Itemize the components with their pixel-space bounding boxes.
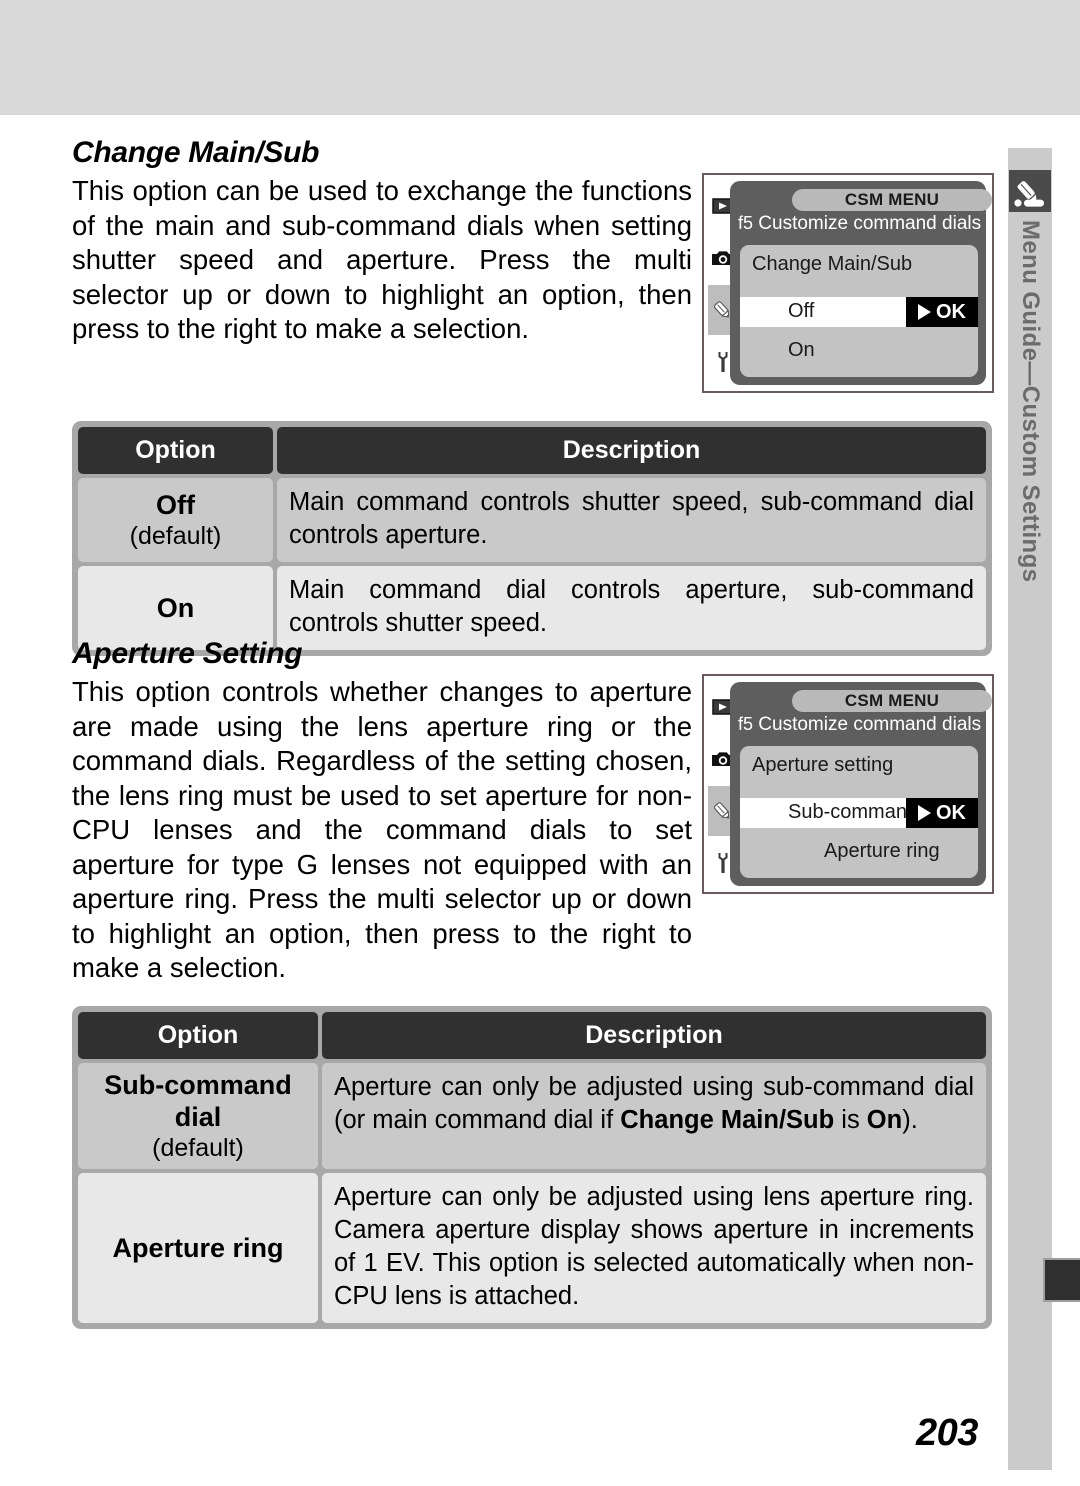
table-row: Off (default) Main command controls shut… <box>78 478 986 562</box>
cell-option: Sub-command dial (default) <box>78 1063 318 1169</box>
side-tab-label: Menu Guide—Custom Settings <box>1017 220 1044 583</box>
options-table-aperture-setting: Option Description Sub-command dial (def… <box>72 1006 992 1329</box>
header-description: Description <box>277 427 986 474</box>
table-row: Aperture ring Aperture can only be adjus… <box>78 1173 986 1323</box>
lcd-screen: CSM MENU f5 Customize command dials Chan… <box>730 181 992 385</box>
lcd-panel-title: Change Main/Sub <box>752 253 913 275</box>
page-number: 203 <box>916 1412 978 1454</box>
option-name: Aperture ring <box>112 1233 284 1263</box>
lcd-option-panel: Aperture setting Sub-command d OK Apertu… <box>740 746 978 878</box>
section-body-change-main-sub: This option can be used to exchange the … <box>72 175 692 344</box>
lcd-menu-title: CSM MENU <box>792 189 992 211</box>
ok-badge[interactable]: OK <box>906 798 978 828</box>
section-heading-change-main-sub: Change Main/Sub <box>72 136 320 169</box>
top-banner <box>0 0 1080 115</box>
cell-option: Aperture ring <box>78 1173 318 1323</box>
lcd-panel-title: Aperture setting <box>752 754 894 776</box>
lcd-item-number: f5 <box>738 213 754 233</box>
option-name: Off <box>156 490 195 520</box>
cell-option: Off (default) <box>78 478 273 562</box>
option-name: Sub-command dial <box>104 1070 292 1132</box>
lcd-menu-item: f5 Customize command dials <box>738 714 982 736</box>
right-triangle-icon <box>918 805 931 821</box>
pencil-icon <box>1009 170 1051 212</box>
ok-badge[interactable]: OK <box>906 297 978 327</box>
lcd-option-panel: Change Main/Sub Off OK On <box>740 245 978 377</box>
lcd-selected-row[interactable]: Off OK <box>740 297 978 327</box>
option-note: (default) <box>152 1134 244 1162</box>
cell-description: Aperture can only be adjusted using sub-… <box>322 1063 986 1169</box>
ok-label: OK <box>936 300 966 323</box>
lcd-menu-title: CSM MENU <box>792 690 992 712</box>
section-body-aperture-setting: This option controls whether changes to … <box>72 676 692 983</box>
options-table-change-main-sub: Option Description Off (default) Main co… <box>72 421 992 656</box>
header-description: Description <box>322 1012 986 1059</box>
header-option: Option <box>78 427 273 474</box>
option-name: On <box>156 593 195 623</box>
lcd-option-row[interactable]: Aperture ring <box>824 840 940 863</box>
lcd-illustration-change-main-sub: CSM MENU f5 Customize command dials Chan… <box>702 173 994 393</box>
header-option: Option <box>78 1012 318 1059</box>
lcd-item-number: f5 <box>738 714 754 734</box>
lcd-option-row[interactable]: On <box>788 339 815 362</box>
lcd-item-name: Customize command dials <box>758 714 982 735</box>
table-header-row: Option Description <box>78 427 986 474</box>
table-row: Sub-command dial (default) Aperture can … <box>78 1063 986 1169</box>
page-edge-marker <box>1043 1258 1080 1302</box>
lcd-item-name: Customize command dials <box>758 213 982 234</box>
cell-description: Aperture can only be adjusted using lens… <box>322 1173 986 1323</box>
lcd-selected-label: Off <box>788 300 815 322</box>
ok-label: OK <box>936 801 966 824</box>
lcd-menu-item: f5 Customize command dials <box>738 213 982 235</box>
right-triangle-icon <box>918 304 931 320</box>
option-note: (default) <box>129 522 222 550</box>
section-heading-aperture-setting: Aperture Setting <box>72 637 303 670</box>
lcd-illustration-aperture-setting: CSM MENU f5 Customize command dials Aper… <box>702 674 994 894</box>
lcd-screen: CSM MENU f5 Customize command dials Aper… <box>730 682 992 886</box>
cell-description: Main command controls shutter speed, sub… <box>277 478 986 562</box>
side-tab-label-wrap: Menu Guide—Custom Settings <box>1008 220 1052 640</box>
lcd-selected-row[interactable]: Sub-command d OK <box>740 798 978 828</box>
table-header-row: Option Description <box>78 1012 986 1059</box>
